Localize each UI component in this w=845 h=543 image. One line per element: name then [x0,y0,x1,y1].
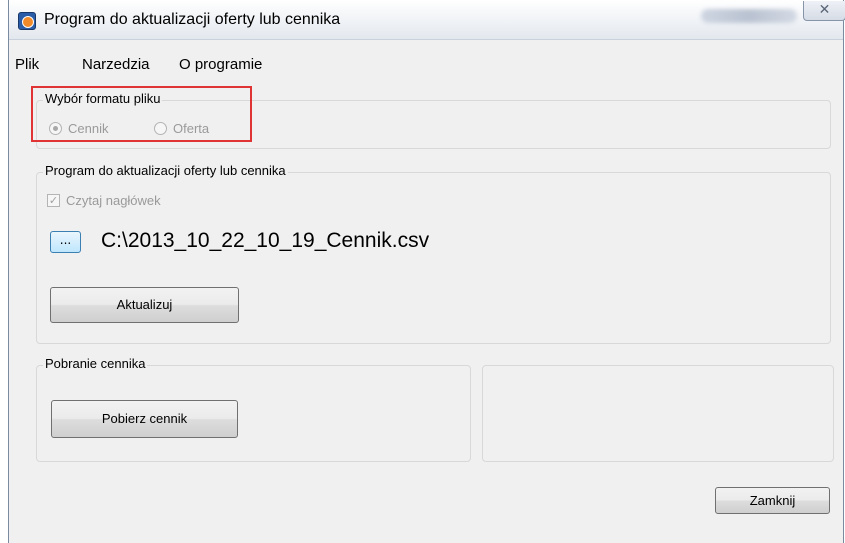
window-title: Program do aktualizacji oferty lub cenni… [44,11,341,28]
update-group-title: Program do aktualizacji oferty lub cenni… [43,163,288,178]
file-path-label: C:\2013_10_22_10_19_Cennik.csv [101,229,430,252]
close-button[interactable]: Zamknij [715,487,830,514]
checkmark-icon: ✓ [48,194,59,207]
app-icon [18,12,36,30]
close-window-button[interactable]: ✕ [803,1,845,21]
close-icon: ✕ [818,2,831,18]
empty-groupbox [482,365,834,462]
download-price-list-button[interactable]: Pobierz cennik [51,400,238,438]
browse-file-button[interactable]: ... [50,231,81,253]
menu-plik[interactable]: Plik [15,56,39,73]
title-bar: Program do aktualizacji oferty lub cenni… [9,0,845,40]
update-button[interactable]: Aktualizuj [50,287,239,323]
checkbox-read-header-label: Czytaj nagłówek [66,193,161,208]
blurred-title-region [701,9,797,23]
menu-o-programie[interactable]: O programie [179,56,262,73]
app-window: Program do aktualizacji oferty lub cenni… [8,0,845,543]
checkbox-read-header[interactable]: ✓ [47,194,60,207]
highlight-box [31,86,252,142]
menu-narzedzia[interactable]: Narzedzia [82,56,150,73]
download-group-title: Pobranie cennika [43,356,148,371]
menu-bar: Plik Narzedzia O programie [9,51,843,75]
